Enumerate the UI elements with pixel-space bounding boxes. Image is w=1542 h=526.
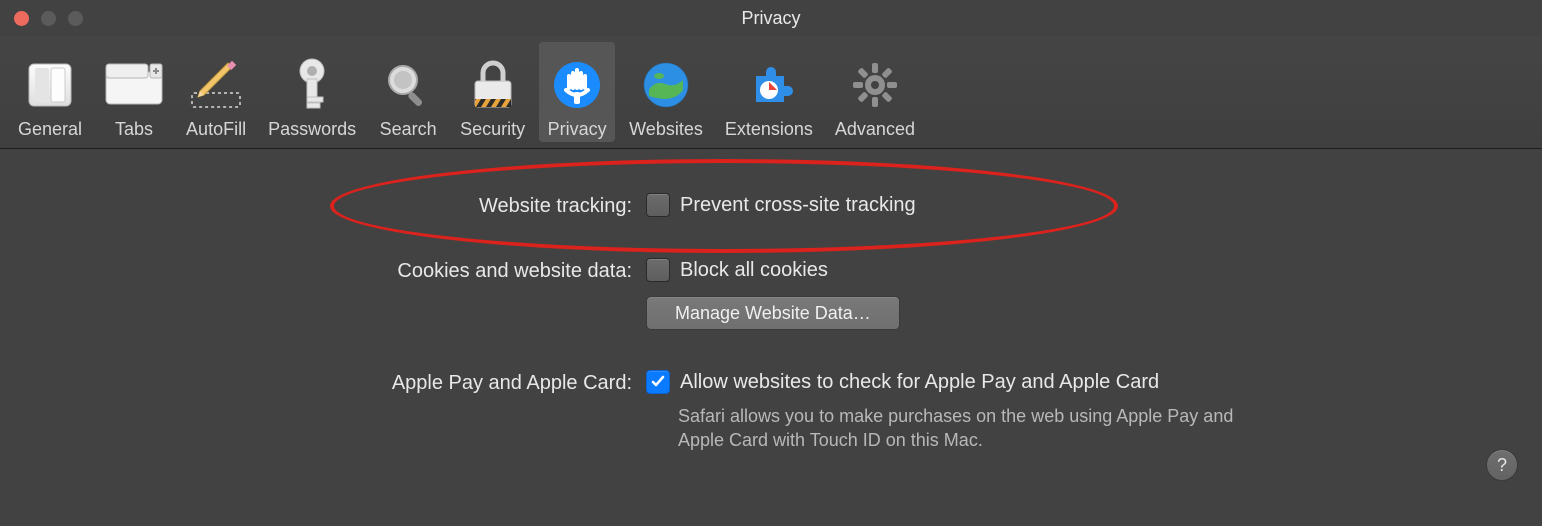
tabs-icon <box>104 57 164 113</box>
block-all-cookies-option[interactable]: Block all cookies <box>646 258 900 282</box>
apple-pay-check-checkbox[interactable] <box>646 370 670 394</box>
websites-icon <box>641 57 691 113</box>
apple-pay-hint: Safari allows you to make purchases on t… <box>678 404 1258 453</box>
toolbar-label: Advanced <box>835 119 915 140</box>
window-title: Privacy <box>741 8 800 29</box>
manage-website-data-button[interactable]: Manage Website Data… <box>646 296 900 330</box>
toolbar-tab-general[interactable]: General <box>10 42 90 142</box>
toolbar-label: Security <box>460 119 525 140</box>
toolbar-tab-websites[interactable]: Websites <box>621 42 711 142</box>
window-zoom-button[interactable] <box>68 11 83 26</box>
block-all-cookies-checkbox[interactable] <box>646 258 670 282</box>
toolbar-tab-security[interactable]: Security <box>452 42 533 142</box>
cookies-label: Cookies and website data: <box>0 258 632 283</box>
prevent-cross-site-tracking-label: Prevent cross-site tracking <box>680 194 916 217</box>
security-icon <box>471 57 515 113</box>
toolbar-tab-advanced[interactable]: Advanced <box>827 42 923 142</box>
toolbar-label: Search <box>380 119 437 140</box>
window-minimize-button[interactable] <box>41 11 56 26</box>
toolbar-label: General <box>18 119 82 140</box>
toolbar-label: AutoFill <box>186 119 246 140</box>
help-button[interactable]: ? <box>1486 449 1518 481</box>
autofill-icon <box>188 57 244 113</box>
toolbar-label: Extensions <box>725 119 813 140</box>
help-icon: ? <box>1497 455 1507 476</box>
toolbar-tab-tabs[interactable]: Tabs <box>96 42 172 142</box>
toolbar-label: Websites <box>629 119 703 140</box>
block-all-cookies-label: Block all cookies <box>680 259 828 282</box>
toolbar-label: Privacy <box>548 119 607 140</box>
toolbar-label: Passwords <box>268 119 356 140</box>
row-website-tracking: Website tracking: Prevent cross-site tra… <box>0 193 1542 218</box>
toolbar-tab-search[interactable]: Search <box>370 42 446 142</box>
prevent-cross-site-tracking-checkbox[interactable] <box>646 193 670 217</box>
apple-pay-check-label: Allow websites to check for Apple Pay an… <box>680 371 1159 394</box>
extensions-icon <box>744 57 794 113</box>
apple-pay-check-option[interactable]: Allow websites to check for Apple Pay an… <box>646 370 1258 394</box>
advanced-icon <box>850 57 900 113</box>
search-icon <box>383 57 433 113</box>
toolbar-label: Tabs <box>115 119 153 140</box>
window-close-button[interactable] <box>14 11 29 26</box>
privacy-pane: Website tracking: Prevent cross-site tra… <box>0 149 1542 453</box>
toolbar-tab-extensions[interactable]: Extensions <box>717 42 821 142</box>
row-cookies: Cookies and website data: Block all cook… <box>0 258 1542 330</box>
passwords-icon <box>291 57 333 113</box>
toolbar-tab-passwords[interactable]: Passwords <box>260 42 364 142</box>
row-apple-pay: Apple Pay and Apple Card: Allow websites… <box>0 370 1542 453</box>
toolbar-tab-autofill[interactable]: AutoFill <box>178 42 254 142</box>
general-icon <box>25 57 75 113</box>
preferences-toolbar: General Tabs AutoFill <box>0 36 1542 149</box>
website-tracking-label: Website tracking: <box>0 193 632 218</box>
apple-pay-label: Apple Pay and Apple Card: <box>0 370 632 395</box>
manage-website-data-label: Manage Website Data… <box>675 303 871 324</box>
titlebar: Privacy <box>0 0 1542 36</box>
traffic-lights <box>14 11 83 26</box>
privacy-icon <box>552 57 602 113</box>
prevent-cross-site-tracking-option[interactable]: Prevent cross-site tracking <box>646 193 916 217</box>
toolbar-tab-privacy[interactable]: Privacy <box>539 42 615 142</box>
